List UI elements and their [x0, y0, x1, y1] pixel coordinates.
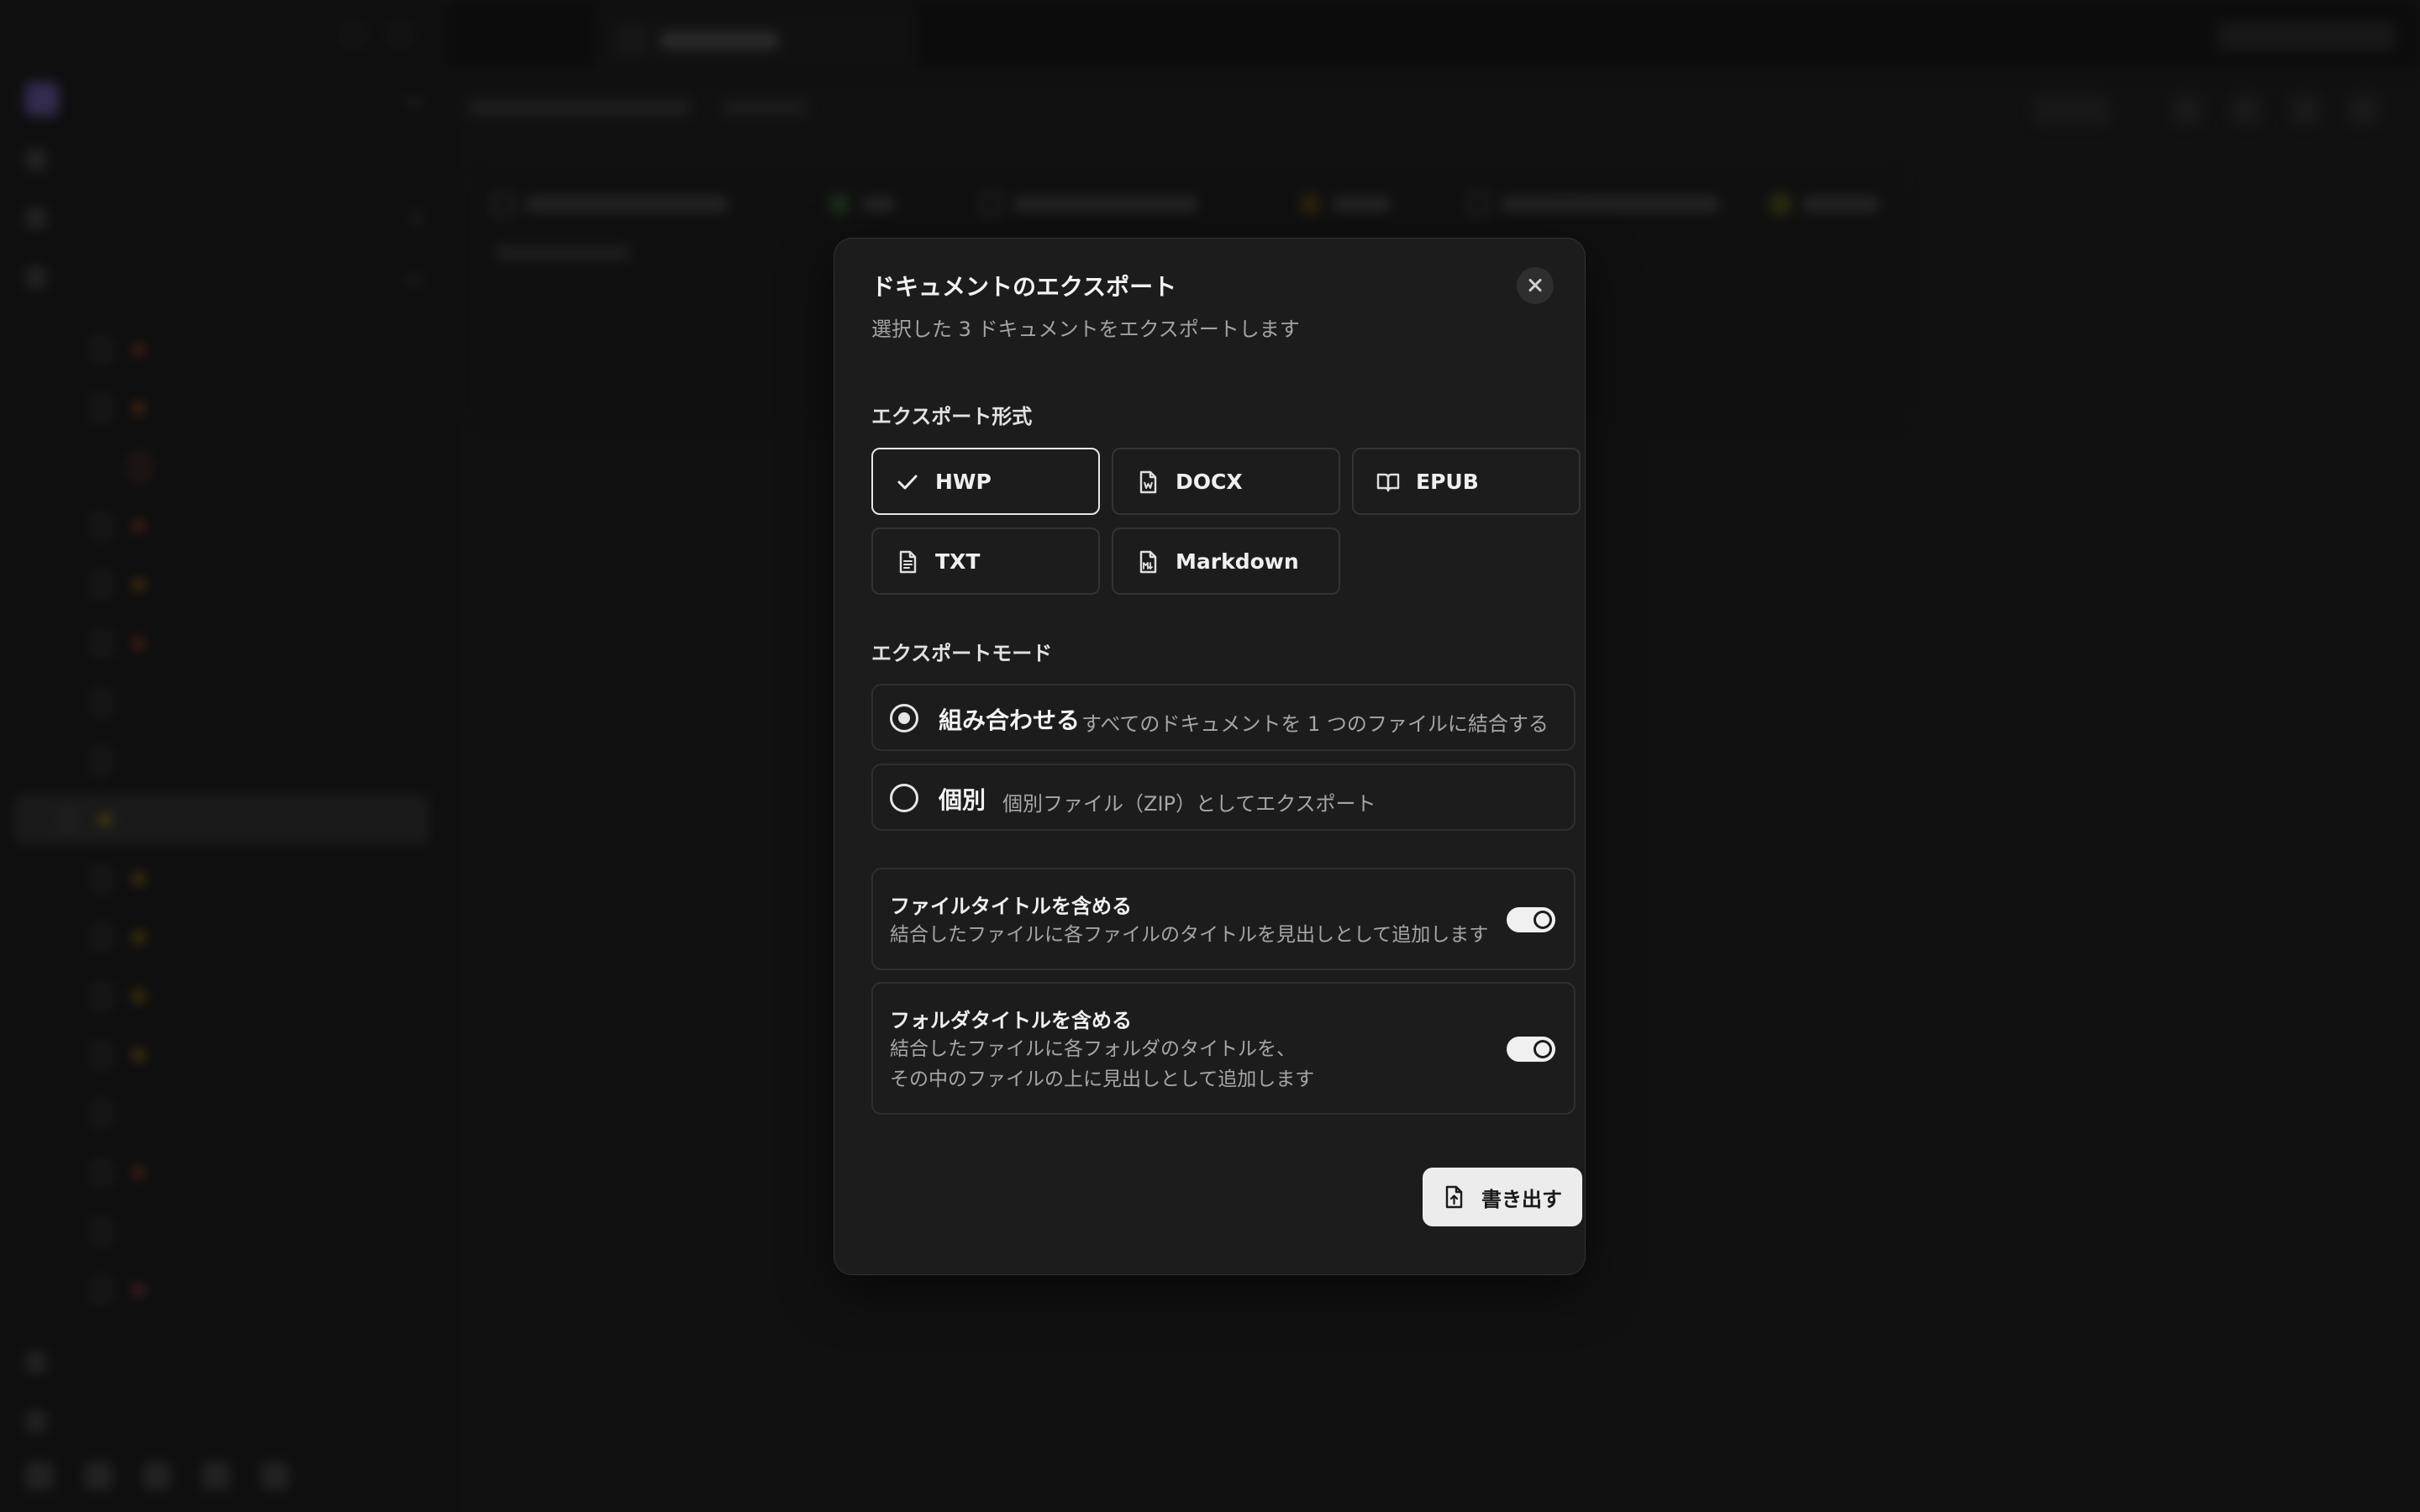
format-label: DOCX: [1176, 470, 1243, 494]
dialog-title: ドキュメントのエクスポート: [871, 273, 1177, 301]
option-include-file-title: ファイルタイトルを含める 結合したファイルに各ファイルのタイトルを見出しとして追…: [871, 868, 1576, 970]
export-button-label: 書き出す: [1481, 1187, 1562, 1211]
toggle-include-folder-title[interactable]: [1507, 1037, 1555, 1062]
option-description-line: その中のファイルの上に見出しとして追加します: [890, 1068, 1315, 1090]
format-option-txt[interactable]: TXT: [871, 528, 1100, 595]
format-section-label: エクスポート形式: [871, 405, 1033, 428]
option-description-line: 結合したファイルに各ファイルのタイトルを見出しとして追加します: [890, 924, 1489, 946]
option-title: ファイルタイトルを含める: [890, 895, 1132, 918]
close-button[interactable]: [1517, 267, 1554, 304]
toggle-knob: [1534, 911, 1552, 929]
radio-selected[interactable]: [890, 704, 918, 732]
format-option-epub[interactable]: EPUB: [1352, 448, 1581, 515]
option-description: 結合したファイルに各フォルダのタイトルを、 その中のファイルの上に見出しとして追…: [890, 1034, 1314, 1095]
mode-section-label: エクスポートモード: [871, 642, 1053, 665]
markdown-file-icon: [1139, 550, 1157, 574]
toggle-include-file-title[interactable]: [1507, 907, 1555, 932]
format-label: Markdown: [1176, 549, 1299, 574]
option-title: フォルダタイトルを含める: [890, 1009, 1132, 1032]
mode-option-individual[interactable]: 個別 個別ファイル（ZIP）としてエクスポート: [871, 764, 1576, 831]
mode-name: 個別: [939, 786, 986, 814]
text-file-icon: [899, 550, 917, 574]
file-export-icon: [1445, 1185, 1463, 1209]
radio-unselected[interactable]: [890, 784, 918, 812]
book-open-icon: [1376, 473, 1400, 492]
mode-description: すべてのドキュメントを 1 つのファイルに結合する: [1081, 712, 1549, 736]
format-option-markdown[interactable]: Markdown: [1112, 528, 1340, 595]
option-description: 結合したファイルに各ファイルのタイトルを見出しとして追加します: [890, 920, 1488, 950]
format-label: HWP: [935, 470, 992, 494]
check-icon: [897, 475, 918, 490]
export-button[interactable]: 書き出す: [1423, 1168, 1582, 1226]
mode-description: 個別ファイル（ZIP）としてエクスポート: [1002, 792, 1376, 816]
export-dialog: ドキュメントのエクスポート 選択した 3 ドキュメントをエクスポートします エク…: [834, 238, 1586, 1275]
format-label: EPUB: [1416, 470, 1479, 494]
format-option-hwp[interactable]: HWP: [871, 448, 1100, 515]
word-file-icon: [1139, 470, 1157, 494]
option-include-folder-title: フォルダタイトルを含める 結合したファイルに各フォルダのタイトルを、 その中のフ…: [871, 982, 1576, 1115]
format-label: TXT: [935, 549, 981, 574]
option-description-line: 結合したファイルに各フォルダのタイトルを、: [890, 1038, 1296, 1060]
mode-name: 組み合わせる: [939, 706, 1081, 734]
format-option-docx[interactable]: DOCX: [1112, 448, 1340, 515]
toggle-knob: [1534, 1040, 1552, 1058]
mode-option-combine[interactable]: 組み合わせる すべてのドキュメントを 1 つのファイルに結合する: [871, 684, 1576, 751]
dialog-subtitle: 選択した 3 ドキュメントをエクスポートします: [871, 318, 1300, 341]
